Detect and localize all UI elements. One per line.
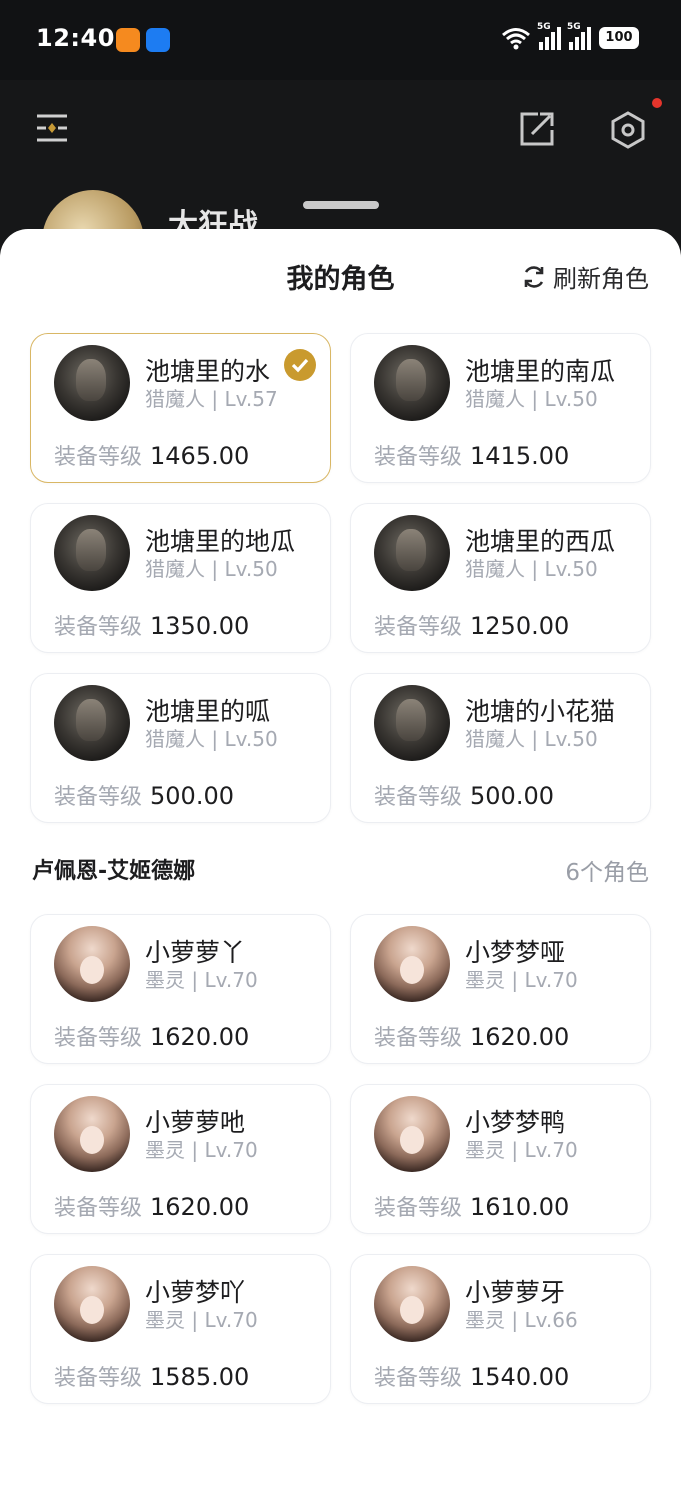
- equip-label: 装备等级: [54, 1366, 143, 1391]
- equip-level: 装备等级 1620.00: [54, 1190, 249, 1222]
- shield-app-icon: [146, 28, 170, 52]
- status-time: 12:40: [36, 24, 115, 52]
- character-avatar: [54, 1096, 130, 1172]
- share-icon[interactable]: [518, 108, 556, 148]
- character-card[interactable]: 小梦梦哑 墨灵 | Lv.70 装备等级 1620.00: [350, 914, 651, 1064]
- network-type-label-2: 5G: [567, 22, 581, 32]
- character-avatar: [374, 926, 450, 1002]
- character-class-level: 墨灵 | Lv.70: [145, 1308, 258, 1332]
- app-notification-icon: [116, 28, 140, 52]
- equip-value: 500.00: [470, 782, 554, 810]
- equip-value: 1350.00: [150, 612, 250, 640]
- equip-label: 装备等级: [54, 785, 143, 810]
- status-bar: 12:40 5G 5G 100: [0, 0, 681, 80]
- equip-value: 1620.00: [470, 1023, 570, 1051]
- character-card[interactable]: 池塘里的地瓜 猎魔人 | Lv.50 装备等级 1350.00: [30, 503, 331, 653]
- character-card[interactable]: 小萝萝丫 墨灵 | Lv.70 装备等级 1620.00: [30, 914, 331, 1064]
- character-class-level: 猎魔人 | Lv.50: [465, 557, 598, 581]
- character-count: 6个角色: [565, 860, 649, 886]
- character-class-level: 猎魔人 | Lv.50: [145, 557, 278, 581]
- equip-value: 1610.00: [470, 1193, 570, 1221]
- character-avatar: [374, 345, 450, 421]
- character-class-level: 墨灵 | Lv.70: [465, 1138, 578, 1162]
- equip-value: 1620.00: [150, 1023, 250, 1051]
- server-name: 卢佩恩-艾姬德娜: [32, 859, 196, 884]
- equip-label: 装备等级: [374, 1026, 463, 1051]
- character-class-level: 墨灵 | Lv.70: [465, 968, 578, 992]
- refresh-label: 刷新角色: [553, 265, 649, 293]
- equip-level: 装备等级 1620.00: [374, 1020, 569, 1052]
- equip-value: 500.00: [150, 782, 234, 810]
- character-avatar: [374, 1096, 450, 1172]
- equip-label: 装备等级: [374, 615, 463, 640]
- equip-level: 装备等级 1415.00: [374, 439, 569, 471]
- character-avatar: [374, 515, 450, 591]
- character-class-level: 猎魔人 | Lv.50: [465, 387, 598, 411]
- equip-label: 装备等级: [374, 1366, 463, 1391]
- character-card[interactable]: 小梦梦鸭 墨灵 | Lv.70 装备等级 1610.00: [350, 1084, 651, 1234]
- equip-label: 装备等级: [374, 1196, 463, 1221]
- battery-icon: 100: [599, 27, 639, 49]
- character-class-level: 墨灵 | Lv.70: [145, 1138, 258, 1162]
- character-avatar: [54, 1266, 130, 1342]
- equip-label: 装备等级: [374, 785, 463, 810]
- sheet-drag-handle[interactable]: [303, 201, 379, 209]
- character-class-level: 猎魔人 | Lv.57: [145, 387, 278, 411]
- character-avatar: [54, 345, 130, 421]
- character-avatar: [54, 685, 130, 761]
- character-card[interactable]: 池塘里的水 猎魔人 | Lv.57 装备等级 1465.00: [30, 333, 331, 483]
- my-characters-sheet: 我的角色 刷新角色 池塘里的水 猎魔人 | Lv.57 装备等级 1465.00 …: [0, 229, 681, 1500]
- equip-value: 1540.00: [470, 1363, 570, 1391]
- equip-label: 装备等级: [54, 1026, 143, 1051]
- refresh-characters-button[interactable]: 刷新角色: [521, 259, 649, 294]
- character-class-level: 墨灵 | Lv.70: [145, 968, 258, 992]
- wifi-icon: [502, 28, 530, 50]
- character-card[interactable]: 池塘里的南瓜 猎魔人 | Lv.50 装备等级 1415.00: [350, 333, 651, 483]
- equip-level: 装备等级 1610.00: [374, 1190, 569, 1222]
- signal-icon-2: 5G: [567, 22, 591, 50]
- character-avatar: [374, 685, 450, 761]
- equip-value: 1415.00: [470, 442, 570, 470]
- character-avatar: [54, 926, 130, 1002]
- character-card[interactable]: 小萝萝牙 墨灵 | Lv.66 装备等级 1540.00: [350, 1254, 651, 1404]
- character-class-level: 猎魔人 | Lv.50: [465, 727, 598, 751]
- notification-dot: [652, 98, 662, 108]
- equip-level: 装备等级 1585.00: [54, 1360, 249, 1392]
- equip-label: 装备等级: [54, 615, 143, 640]
- equip-value: 1585.00: [150, 1363, 250, 1391]
- character-card[interactable]: 池塘里的呱 猎魔人 | Lv.50 装备等级 500.00: [30, 673, 331, 823]
- character-card[interactable]: 小萝梦吖 墨灵 | Lv.70 装备等级 1585.00: [30, 1254, 331, 1404]
- selected-check-icon: [284, 349, 316, 381]
- status-indicators: 5G 5G 100: [501, 22, 639, 50]
- equip-level: 装备等级 500.00: [374, 779, 554, 811]
- network-type-label: 5G: [537, 22, 551, 32]
- equip-level: 装备等级 1350.00: [54, 609, 249, 641]
- equip-value: 1620.00: [150, 1193, 250, 1221]
- equip-value: 1465.00: [150, 442, 250, 470]
- refresh-icon: [524, 265, 544, 288]
- equip-level: 装备等级 1250.00: [374, 609, 569, 641]
- settings-hex-icon[interactable]: [608, 110, 648, 150]
- equip-label: 装备等级: [54, 1196, 143, 1221]
- character-card[interactable]: 池塘里的西瓜 猎魔人 | Lv.50 装备等级 1250.00: [350, 503, 651, 653]
- equip-level: 装备等级 1540.00: [374, 1360, 569, 1392]
- character-class-level: 猎魔人 | Lv.50: [145, 727, 278, 751]
- character-card[interactable]: 池塘的小花猫 猎魔人 | Lv.50 装备等级 500.00: [350, 673, 651, 823]
- equip-value: 1250.00: [470, 612, 570, 640]
- character-avatar: [374, 1266, 450, 1342]
- character-card[interactable]: 小萝萝吔 墨灵 | Lv.70 装备等级 1620.00: [30, 1084, 331, 1234]
- character-class-level: 墨灵 | Lv.66: [465, 1308, 578, 1332]
- character-avatar: [54, 515, 130, 591]
- equip-label: 装备等级: [374, 445, 463, 470]
- equip-level: 装备等级 500.00: [54, 779, 234, 811]
- equip-level: 装备等级 1620.00: [54, 1020, 249, 1052]
- equip-label: 装备等级: [54, 445, 143, 470]
- equip-level: 装备等级 1465.00: [54, 439, 249, 471]
- menu-filter-icon[interactable]: [34, 110, 70, 146]
- signal-icon: 5G: [537, 22, 561, 50]
